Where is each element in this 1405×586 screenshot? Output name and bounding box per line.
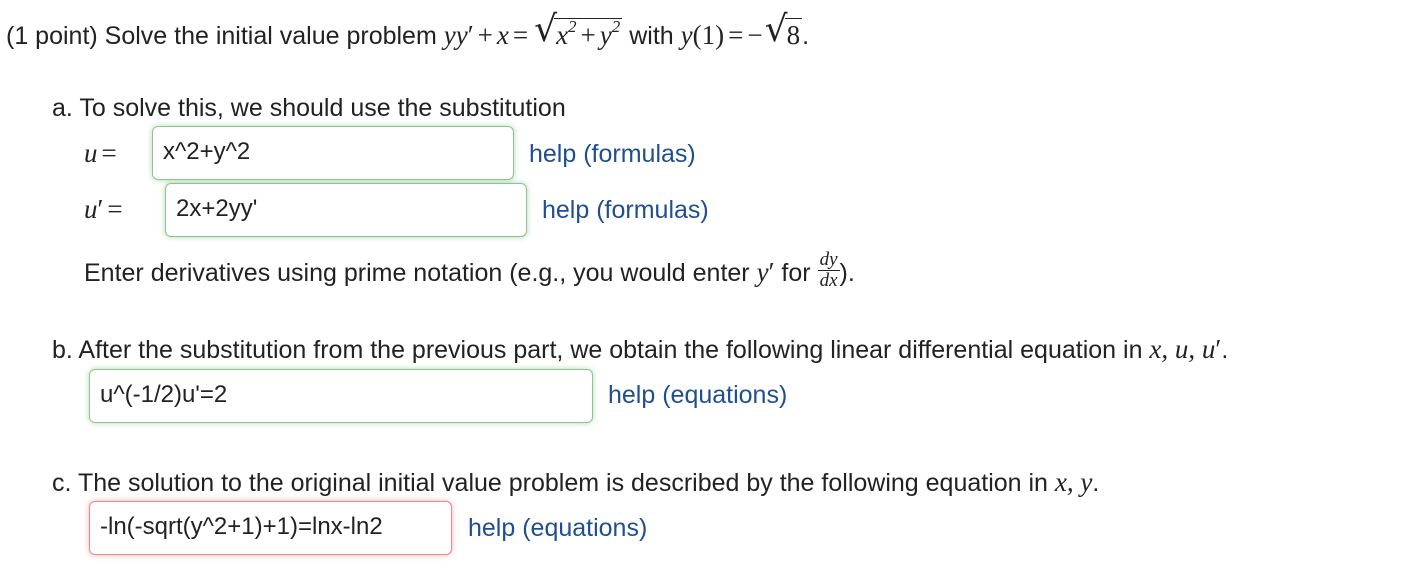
help-equations-link-b[interactable]: help (equations)	[608, 381, 787, 410]
help-formulas-link-uprime[interactable]: help (formulas)	[542, 196, 709, 225]
u-prime-label: u′ =	[84, 196, 127, 223]
dy-dx-fraction: dy dx	[817, 249, 840, 291]
u-input[interactable]: x^2+y^2	[152, 126, 514, 180]
part-c-text: c. The solution to the original initial …	[52, 469, 1055, 497]
sqrt-x: x	[556, 20, 569, 50]
period: .	[802, 22, 810, 50]
part-c-period: .	[1092, 469, 1100, 497]
sqrt-expression: √ x2 + y2	[534, 12, 623, 50]
u-equals: =	[101, 138, 117, 168]
note-suffix: ).	[839, 259, 855, 288]
note-prefix: Enter derivatives using prime notation (…	[84, 259, 757, 288]
sqrt-plus: +	[580, 20, 596, 50]
sqrt-y: y	[599, 20, 612, 50]
root-8: 8	[786, 20, 801, 50]
part-c-vars: x, y	[1054, 467, 1093, 497]
part-b-intro: b. After the substitution from the previ…	[52, 336, 1228, 363]
help-equations-link-c[interactable]: help (equations)	[468, 514, 647, 543]
eq-x: x	[496, 20, 509, 50]
problem-statement: (1 point) Solve the initial value proble…	[6, 12, 810, 50]
radical-sign: √	[764, 9, 788, 50]
with-word: with	[622, 22, 681, 50]
u-prime-input[interactable]: 2x+2yy'	[165, 183, 527, 237]
derivative-note: Enter derivatives using prime notation (…	[84, 250, 855, 295]
u-var: u	[84, 138, 98, 168]
eq-plus: +	[477, 20, 493, 50]
linear-equation-input[interactable]: u^(-1/2)u'=2	[89, 369, 593, 423]
part-a-intro: a. To solve this, we should use the subs…	[52, 94, 566, 122]
part-b-vars: x, u, u	[1149, 334, 1216, 364]
part-c-intro: c. The solution to the original initial …	[52, 469, 1099, 496]
note-for: for	[774, 259, 818, 288]
exponent-2: 2	[611, 17, 621, 36]
u-label: u =	[84, 140, 121, 167]
frac-numerator: dy	[817, 249, 840, 271]
note-y: y	[756, 257, 769, 288]
eq-prime: ′	[467, 20, 474, 50]
frac-denominator: dx	[819, 270, 838, 291]
cond-y: y	[680, 20, 693, 50]
radical-sign: √	[534, 9, 558, 50]
part-b-period: .	[1221, 336, 1229, 364]
problem-prefix: (1 point) Solve the initial value proble…	[6, 22, 444, 50]
uprime-var: u	[84, 194, 98, 224]
eq-equals: =	[512, 20, 529, 50]
part-b-text: b. After the substitution from the previ…	[52, 336, 1150, 364]
eq-yy: yy	[443, 20, 468, 50]
uprime-equals: =	[107, 194, 123, 224]
exponent-2: 2	[568, 17, 577, 36]
problem-page: (1 point) Solve the initial value proble…	[0, 0, 1405, 586]
solution-equation-input[interactable]: -ln(-sqrt(y^2+1)+1)=lnx-ln2	[89, 501, 452, 555]
cond-equals: =	[728, 20, 744, 50]
cond-minus: −	[747, 20, 763, 50]
cond-arg: (1)	[692, 20, 725, 50]
sqrt-8: √ 8	[765, 12, 803, 50]
help-formulas-link-u[interactable]: help (formulas)	[529, 140, 696, 169]
